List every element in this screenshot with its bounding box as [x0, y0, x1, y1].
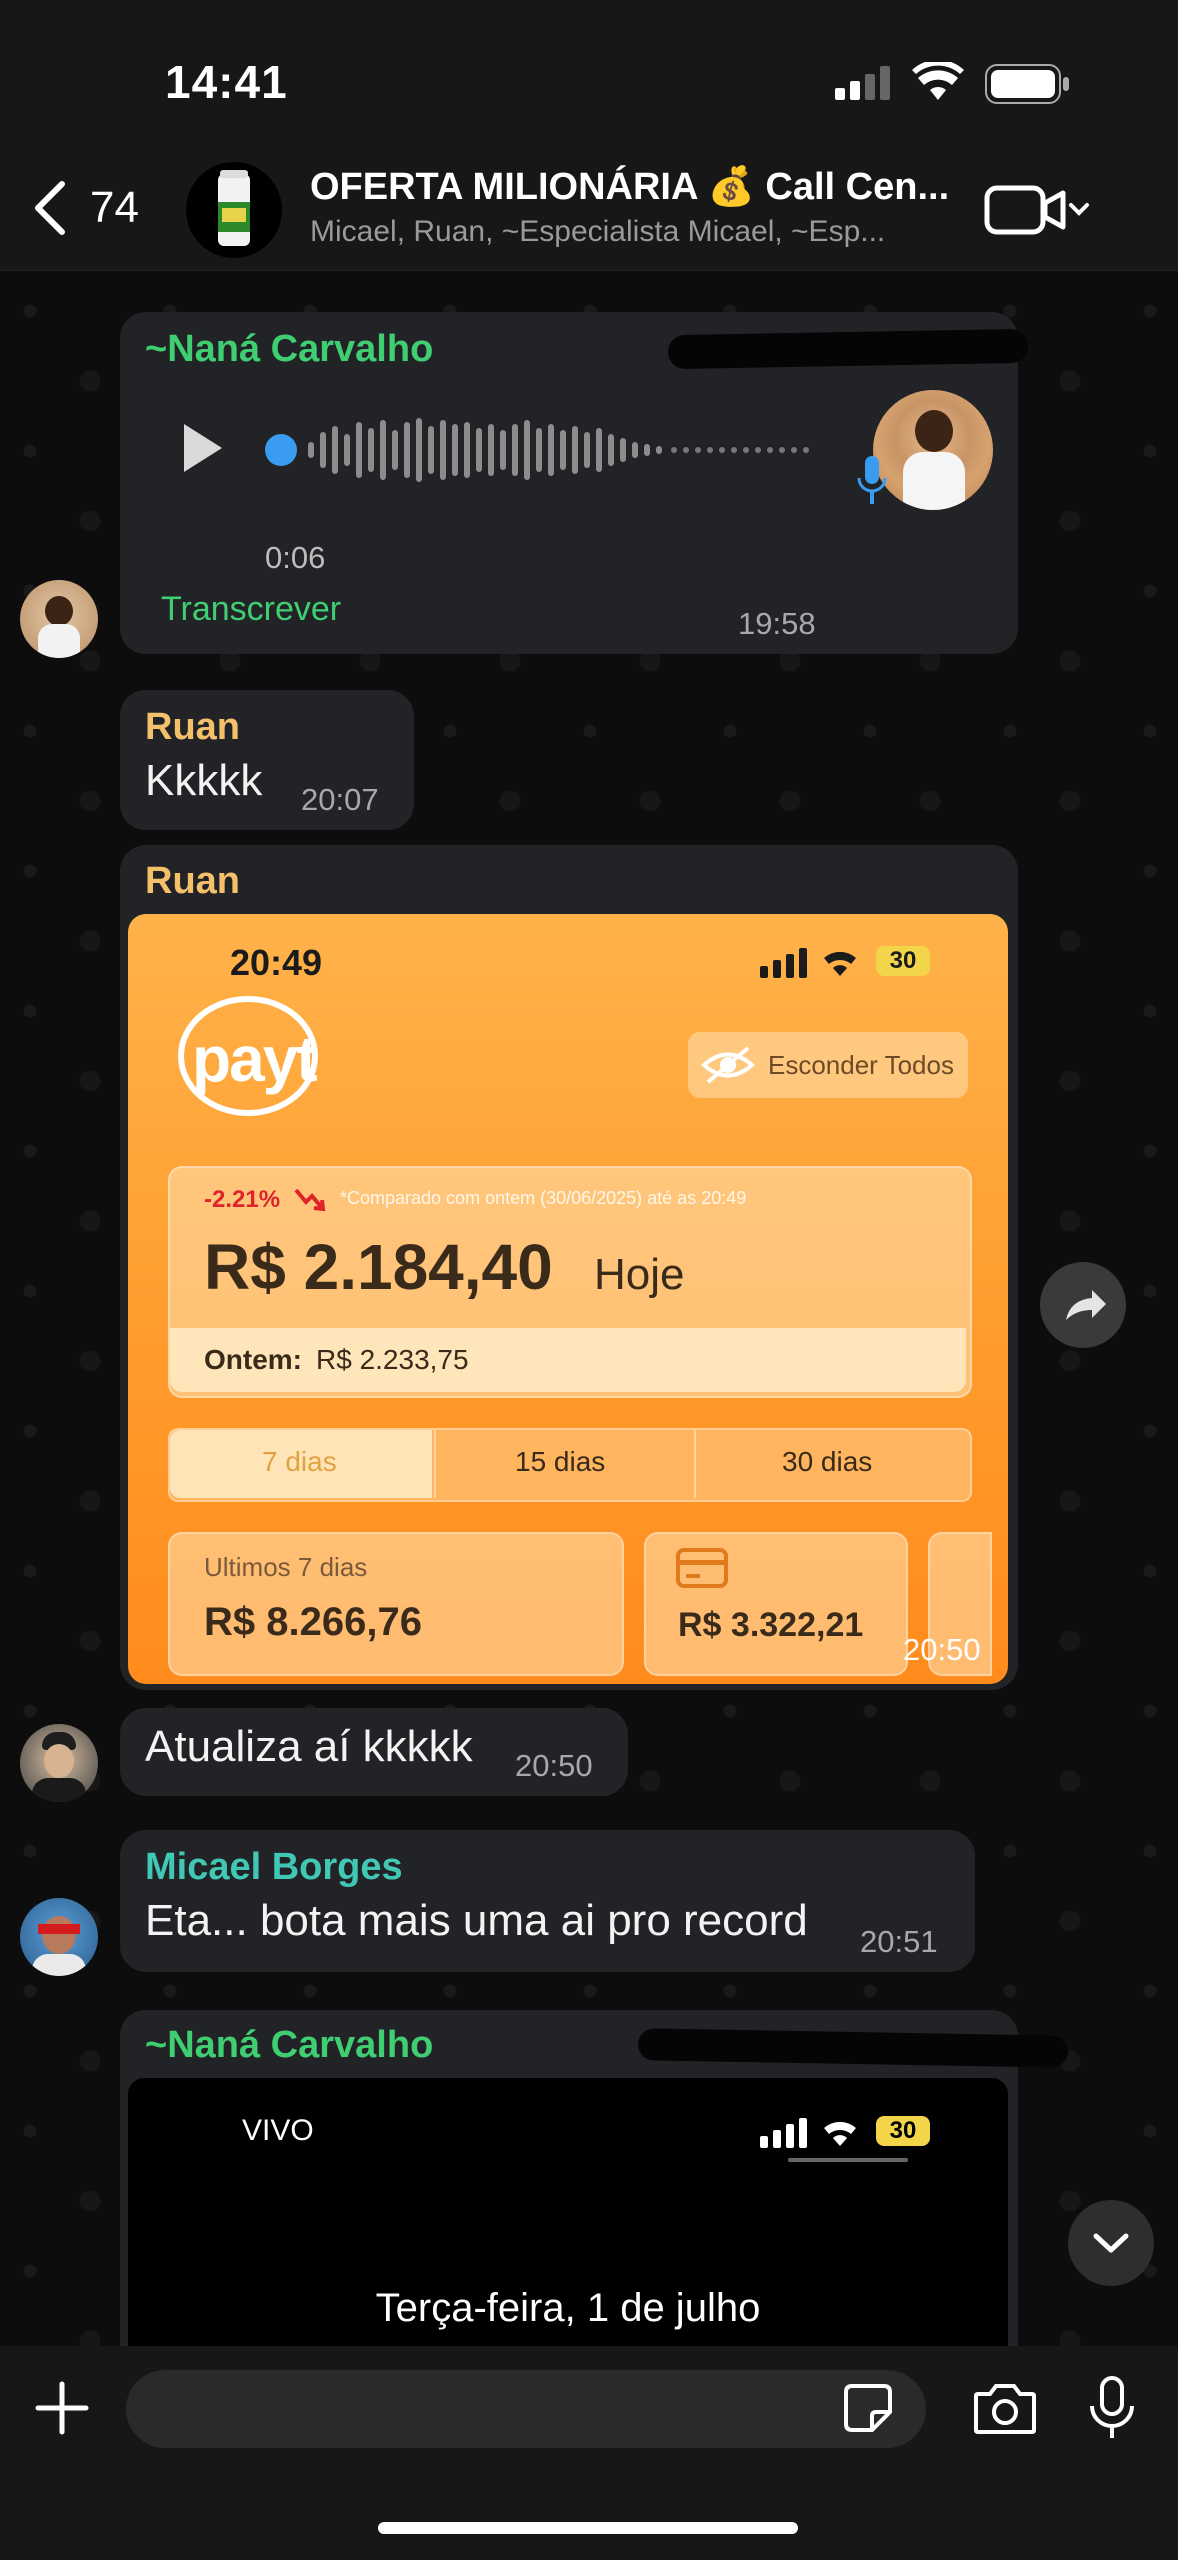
chevron-down-icon [1093, 2233, 1129, 2253]
microphone-icon [857, 456, 887, 504]
tab-divider [434, 1430, 436, 1498]
yesterday-value: R$ 2.233,75 [316, 1344, 469, 1375]
home-indicator[interactable] [378, 2522, 798, 2534]
sender-name[interactable]: ~Naná Carvalho [145, 328, 433, 371]
group-title[interactable]: OFERTA MILIONÁRIA 💰 Call Cen... [310, 165, 949, 209]
avatar[interactable] [20, 1898, 98, 1976]
message-text: Kkkkk [145, 756, 263, 805]
redacted-phone [667, 328, 1029, 370]
sender-name[interactable]: Micael Borges [145, 1846, 403, 1889]
forward-icon [1066, 1290, 1106, 1320]
camera-icon[interactable] [972, 2380, 1038, 2436]
message-text: Atualiza aí kkkkk [145, 1722, 473, 1771]
trend-down-icon [294, 1188, 326, 1212]
scroll-down-button[interactable] [1068, 2200, 1154, 2286]
group-avatar[interactable] [186, 162, 282, 258]
battery-indicator: 30 [876, 2116, 930, 2146]
waveform[interactable] [262, 412, 822, 488]
unread-count[interactable]: 74 [90, 183, 139, 233]
message-time: 20:51 [860, 1924, 938, 1959]
yesterday-label: Ontem: [204, 1344, 302, 1375]
signal-icon [835, 66, 890, 100]
last7-label: Ultimos 7 dias [204, 1552, 368, 1582]
plus-icon[interactable] [34, 2380, 90, 2436]
lock-date: Terça-feira, 1 de julho [375, 2286, 761, 2330]
sender-name[interactable]: ~Naná Carvalho [145, 2024, 433, 2067]
signal-icon [760, 2118, 807, 2148]
signal-icon [760, 948, 807, 978]
sticker-icon[interactable] [842, 2382, 894, 2434]
message-time: 20:07 [301, 782, 379, 817]
last7-value: R$ 8.266,76 [204, 1600, 422, 1644]
tab-label: 7 dias [262, 1446, 337, 1477]
message-time: 19:58 [738, 606, 816, 641]
voice-sender-photo[interactable] [873, 390, 993, 510]
group-members[interactable]: Micael, Ruan, ~Especialista Micael, ~Esp… [310, 215, 885, 249]
message-text: Eta... bota mais uma ai pro record [145, 1896, 808, 1945]
avatar[interactable] [20, 1724, 98, 1802]
forward-button[interactable] [1040, 1262, 1126, 1348]
microphone-icon[interactable] [1086, 2374, 1138, 2442]
payt-logo-text: payt [192, 1023, 318, 1095]
message-time: 20:50 [515, 1748, 593, 1783]
wifi-icon [912, 62, 964, 100]
shared-screenshot-payt[interactable]: 20:49 30 payt Esconder Todos -2.21% *Com… [128, 914, 1008, 1684]
today-value: R$ 2.184,40 [204, 1231, 553, 1303]
video-call-icon[interactable] [983, 183, 1093, 237]
shared-screenshot-lockscreen[interactable]: VIVO 30 Terça-feira, 1 de julho [128, 2078, 1008, 2346]
message-time: 20:50 [903, 1632, 981, 1667]
voice-duration: 0:06 [265, 540, 326, 575]
change-percent: -2.21% [204, 1186, 281, 1213]
today-label: Hoje [594, 1250, 685, 1299]
battery-indicator: 30 [876, 946, 930, 976]
screenshot-time: 20:49 [230, 942, 323, 983]
sender-name[interactable]: Ruan [145, 860, 240, 903]
drag-indicator [788, 2158, 908, 2162]
wifi-icon [824, 2121, 856, 2146]
play-icon[interactable] [178, 418, 228, 478]
battery-icon [985, 64, 1069, 104]
tab-15-days[interactable]: 15 dias [515, 1446, 605, 1478]
chevron-left-icon[interactable] [30, 180, 70, 236]
status-time: 14:41 [165, 56, 288, 108]
tab-divider [694, 1430, 696, 1498]
sender-name[interactable]: Ruan [145, 706, 240, 749]
hide-all-label: Esconder Todos [768, 1050, 954, 1080]
wifi-icon [824, 951, 856, 976]
avatar[interactable] [20, 580, 98, 658]
message-input[interactable] [126, 2370, 926, 2448]
card-value: R$ 3.322,21 [678, 1606, 864, 1644]
transcribe-button[interactable]: Transcrever [161, 590, 341, 629]
tab-30-days[interactable]: 30 dias [782, 1446, 872, 1478]
carrier-name: VIVO [242, 2114, 314, 2147]
compare-note: *Comparado com ontem (30/06/2025) até as… [340, 1188, 747, 1208]
credit-card-icon [676, 1548, 728, 1588]
eye-off-icon [700, 1046, 756, 1084]
